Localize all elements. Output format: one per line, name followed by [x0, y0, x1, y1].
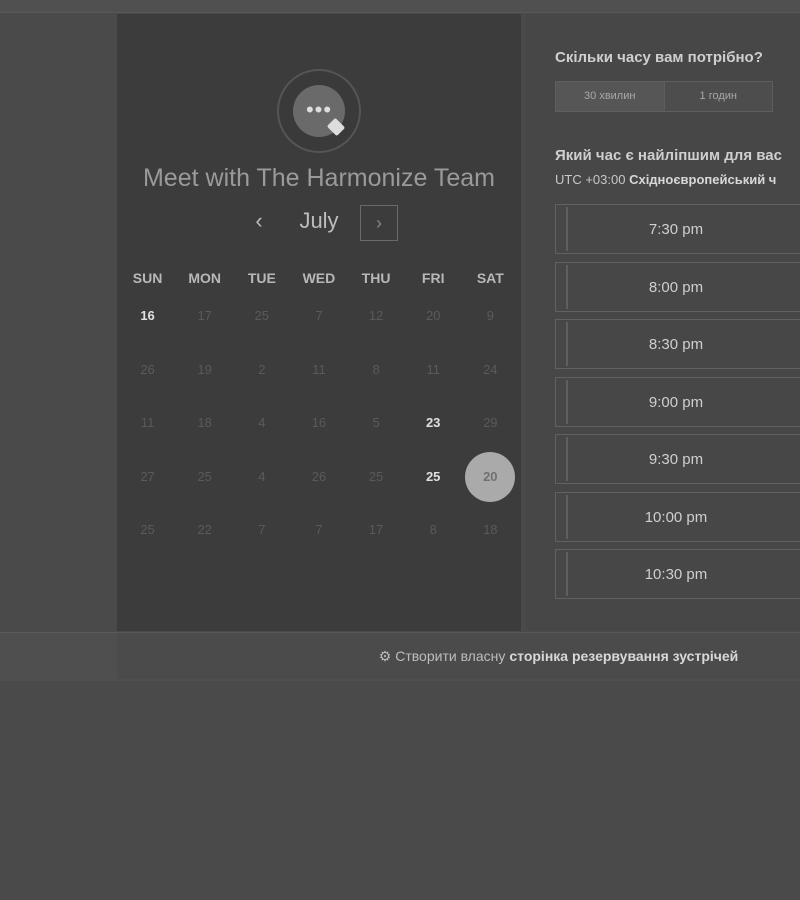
calendar-day: 29	[483, 415, 498, 430]
next-month-button[interactable]: ›	[360, 205, 398, 241]
calendar-day: 8	[372, 361, 380, 377]
calendar-day: 7	[315, 522, 323, 537]
calendar-day: 2	[258, 361, 266, 377]
calendar-day: 12	[368, 308, 384, 323]
time-slot-button[interactable]: 9:30 pm	[555, 434, 800, 484]
calendar-day: 9	[486, 308, 494, 323]
calendar-day: 26	[140, 361, 155, 377]
calendar-day: 18	[483, 522, 498, 537]
hubspot-sprocket-icon: ⚙	[378, 647, 392, 664]
team-logo: •••	[277, 69, 361, 153]
time-slot-button[interactable]: 10:30 pm	[555, 549, 800, 599]
duration-tabs: 30 хвилин 1 годин	[555, 81, 773, 112]
calendar-day[interactable]: 23	[405, 396, 462, 450]
month-label: July	[299, 208, 339, 233]
prev-month-button[interactable]: ‹	[247, 210, 271, 234]
weekday-thu: THU	[361, 270, 391, 286]
timezone-selector[interactable]: UTC +03:00 Східноєвропейський ч	[555, 172, 776, 187]
time-slot-label: 10:00 pm	[644, 508, 708, 526]
calendar-day: 26	[311, 468, 327, 484]
footer-bar: ⚙ Створити власну сторінка резервування …	[117, 632, 800, 679]
footer-link[interactable]: сторінка резервування зустрічей	[509, 648, 738, 664]
weekday-mon: MON	[188, 270, 222, 286]
calendar-day: 16	[311, 415, 327, 430]
weekday-tue: TUE	[247, 270, 276, 286]
top-band	[0, 0, 800, 13]
page-title: Meet with The Harmonize Team	[142, 164, 495, 192]
timezone-name: Східноєвропейський ч	[629, 172, 777, 187]
duration-question: Скільки часу вам потрібно?	[555, 49, 763, 66]
footer-text: Створити власну	[395, 648, 506, 664]
calendar-day: 11	[312, 361, 326, 377]
time-slot-label: 10:30 pm	[644, 566, 708, 583]
calendar-day: 19	[197, 361, 212, 377]
calendar-day: 18	[197, 415, 212, 430]
time-question: Який час є найліпшим для вас	[555, 147, 782, 164]
calendar-day: 4	[258, 468, 266, 484]
calendar-panel: ••• Meet with The Harmonize Team ‹ July …	[117, 14, 521, 631]
weekday-wed: WED	[302, 270, 336, 286]
calendar-day: 4	[258, 415, 266, 430]
calendar-day: 25	[140, 522, 155, 537]
calendar-day: 25	[197, 468, 212, 484]
time-slot-button[interactable]: 8:30 pm	[555, 319, 800, 369]
time-selection-panel: Скільки часу вам потрібно? 30 хвилин 1 г…	[526, 14, 800, 631]
calendar-week: 11 18 4 16 5 23 29	[119, 396, 519, 450]
calendar-day: 25	[368, 468, 384, 484]
calendar-day: 20	[425, 308, 441, 323]
calendar-day: 22	[197, 522, 212, 537]
calendar-week: 25 22 7 7 17 8 18	[119, 503, 519, 557]
calendar-day: 17	[197, 308, 212, 323]
calendar-week: 26 19 2 11 8 11 24	[119, 343, 519, 397]
time-slot-label: 8:30 pm	[648, 336, 704, 353]
time-slot-list: 7:30 pm 8:00 pm 8:30 pm 9:00 pm 9:30 pm 10:00…	[555, 204, 800, 607]
calendar-day[interactable]: 16	[119, 289, 176, 343]
duration-option-30-min[interactable]: 30 хвилин	[556, 82, 665, 111]
calendar-day-selected[interactable]: 20	[462, 450, 519, 504]
weekday-sat: SAT	[476, 270, 504, 286]
weekday-header: SUN MON TUE WED THU FRI SAT	[119, 270, 519, 286]
calendar-day: 8	[429, 522, 437, 537]
calendar-day: 17	[368, 522, 384, 537]
calendar-day: 11	[426, 361, 440, 377]
calendar-week: 16 17 25 7 12 20 9	[119, 289, 519, 343]
calendar-day: 7	[315, 308, 323, 323]
calendar-week: 27 25 4 26 25 25 20	[119, 450, 519, 504]
timezone-offset: UTC +03:00	[555, 172, 626, 187]
weekday-sun: SUN	[132, 270, 163, 286]
time-slot-label: 9:30 pm	[648, 451, 704, 468]
time-slot-button[interactable]: 9:00 pm	[555, 376, 800, 427]
time-slot-label: 8:00 pm	[648, 278, 704, 296]
calendar-day: 24	[483, 361, 498, 377]
duration-option-1-hour[interactable]: 1 годин	[664, 82, 772, 111]
time-slot-label: 7:30 pm	[648, 221, 704, 238]
month-navigation: ‹ July ›	[117, 202, 521, 246]
calendar-day: 27	[140, 468, 155, 484]
time-slot-button[interactable]: 7:30 pm	[555, 204, 800, 254]
calendar-grid: 16 17 25 7 12 20 9 26 19 2 11 8 11 24 11 18 4 16 5 23 29 27 25…	[119, 289, 519, 557]
calendar-day[interactable]: 25	[405, 450, 462, 504]
time-slot-label: 9:00 pm	[648, 393, 704, 411]
calendar-day: 25	[254, 308, 270, 323]
calendar-day: 7	[258, 522, 266, 537]
calendar-day: 11	[140, 415, 155, 430]
time-slot-button[interactable]: 8:00 pm	[555, 261, 800, 312]
calendar-day: 5	[372, 415, 380, 430]
weekday-fri: FRI	[421, 270, 445, 286]
time-slot-button[interactable]: 10:00 pm	[555, 491, 800, 542]
